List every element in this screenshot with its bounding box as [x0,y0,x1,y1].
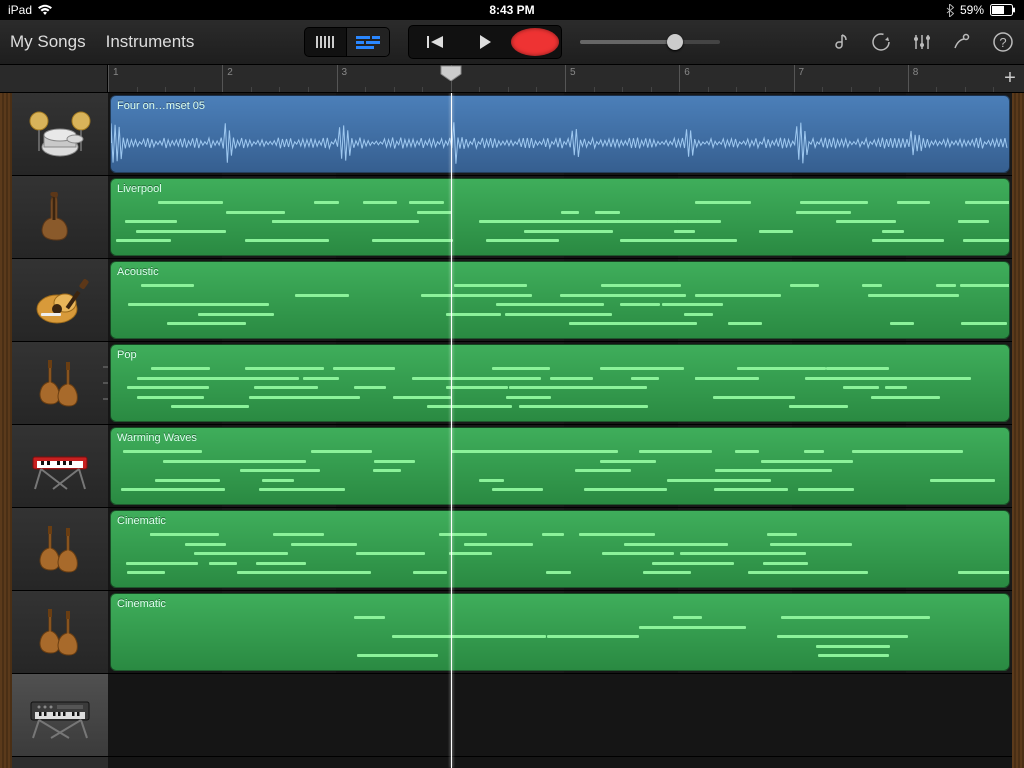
region-label: Pop [117,349,1003,361]
region-label: Four on…mset 05 [117,100,1003,112]
transport-controls [408,25,562,59]
region[interactable]: Acoustic [110,261,1010,339]
strings-icon [27,356,93,410]
instruments-button[interactable]: Instruments [106,32,195,52]
track-header[interactable] [12,591,108,674]
region[interactable]: Warming Waves [110,427,1010,505]
toolbar: My Songs Instruments [0,20,1024,65]
track-header[interactable] [12,93,108,176]
view-toggle [304,27,390,57]
track-lane[interactable]: Acoustic [108,259,1012,342]
wifi-icon [38,4,52,16]
track-lanes[interactable]: Four on…mset 05 Liverpool Acoustic Pop Warmi… [108,93,1012,768]
track-lane[interactable]: Cinematic [108,508,1012,591]
region[interactable]: Cinematic [110,510,1010,588]
region-label: Cinematic [117,598,1003,610]
region-label: Acoustic [117,266,1003,278]
settings-button[interactable] [952,32,972,52]
track-lane[interactable]: Warming Waves [108,425,1012,508]
ruler-bar: 6 [679,65,690,92]
track-header[interactable] [12,259,108,342]
region-label: Cinematic [117,515,1003,527]
ruler-bar: 5 [565,65,576,92]
track-header[interactable] [12,508,108,591]
track-lane[interactable]: Liverpool [108,176,1012,259]
track-lane[interactable]: Pop [108,342,1012,425]
ruler-bar: 1 [108,65,119,92]
mixer-sliders-button[interactable] [912,32,932,52]
region-label: Warming Waves [117,432,1003,444]
strings-icon [27,522,93,576]
region[interactable]: Liverpool [110,178,1010,256]
play-button[interactable] [461,28,509,56]
region[interactable]: Four on…mset 05 [110,95,1010,173]
view-tracks-button[interactable] [347,28,389,56]
region[interactable]: Cinematic [110,593,1010,671]
battery-pct: 59% [960,3,984,17]
track-lane[interactable]: Four on…mset 05 [108,93,1012,176]
note-editor-button[interactable] [830,32,850,52]
strings-icon [27,605,93,659]
record-button[interactable] [511,28,559,56]
status-bar: iPad 8:43 PM 59% [0,0,1024,20]
ruler-bar: 3 [337,65,348,92]
playhead-marker[interactable] [440,65,462,81]
wood-trim-right [1012,93,1024,768]
keyboard-icon [27,439,93,493]
ruler-bar: 8 [908,65,919,92]
timeline-ruler-row: + 12345678 [0,65,1024,93]
synth-icon [27,688,93,742]
add-section-button[interactable]: + [1000,69,1020,89]
track-header[interactable] [12,425,108,508]
track-header[interactable] [12,176,108,259]
track-lane[interactable]: Cinematic [108,591,1012,674]
workspace: Four on…mset 05 Liverpool Acoustic Pop Warmi… [0,93,1024,768]
loop-button[interactable] [870,31,892,53]
view-mixer-button[interactable] [305,28,347,56]
go-to-start-button[interactable] [411,28,459,56]
region[interactable]: Pop [110,344,1010,422]
region-label: Liverpool [117,183,1003,195]
drums-icon [27,107,93,161]
guitar-icon [27,273,93,327]
my-songs-button[interactable]: My Songs [10,32,86,52]
ruler-bar: 7 [794,65,805,92]
master-volume-slider[interactable] [580,40,720,44]
timeline-ruler[interactable]: + 12345678 [108,65,1024,92]
playhead[interactable] [451,93,452,768]
track-headers [12,93,108,768]
battery-icon [990,4,1016,16]
track-header[interactable] [12,342,108,425]
svg-text:?: ? [999,35,1006,50]
clock: 8:43 PM [489,3,534,17]
ruler-bar: 2 [222,65,233,92]
track-header[interactable] [12,674,108,757]
wood-trim-left [0,93,12,768]
bass-icon [27,190,93,244]
bluetooth-icon [946,4,954,17]
device-label: iPad [8,3,32,17]
help-button[interactable]: ? [992,31,1014,53]
track-lane[interactable] [108,674,1012,757]
